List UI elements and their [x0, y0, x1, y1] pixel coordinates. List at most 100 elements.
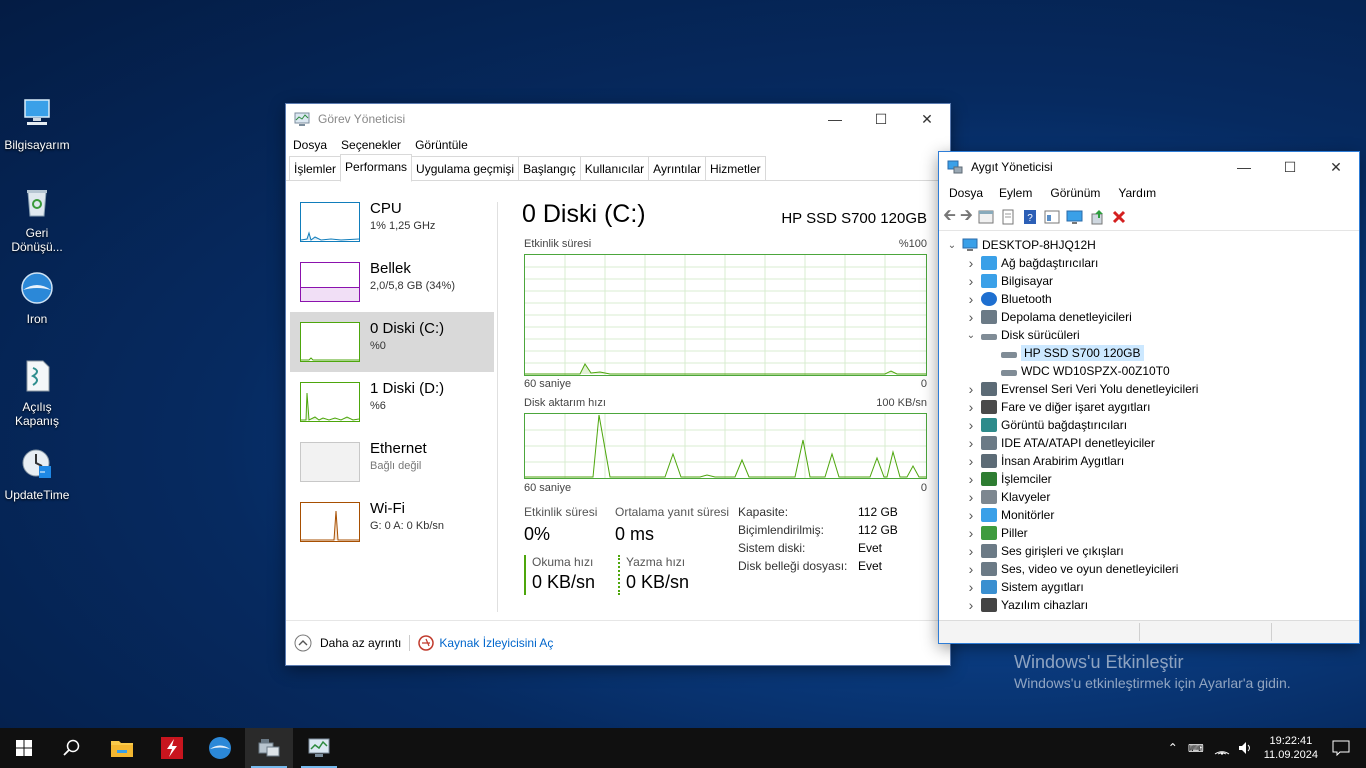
tree-category-item[interactable]: › Fare ve diğer işaret aygıtları	[965, 398, 1151, 416]
tree-category-item[interactable]: › İşlemciler	[965, 470, 1052, 488]
chevron-right-icon[interactable]: ›	[965, 291, 977, 307]
perf-item-wifi[interactable]: Wi-Fi G: 0 A: 0 Kb/sn	[290, 492, 494, 552]
tree-root[interactable]: ⌄ DESKTOP-8HJQ12H	[946, 236, 1096, 254]
tree-category-item[interactable]: › Görüntü bağdaştırıcıları	[965, 416, 1127, 434]
desktop-icon-updatetime[interactable]: UpdateTime	[4, 446, 70, 502]
tree-category-item[interactable]: › Sistem aygıtları	[965, 578, 1084, 596]
menu-secenekler[interactable]: Seçenekler	[334, 138, 408, 152]
tree-category-item[interactable]: › Bluetooth	[965, 290, 1052, 308]
search-button[interactable]	[48, 728, 96, 768]
scan-hardware-icon[interactable]	[1065, 209, 1085, 225]
menu-gorunum[interactable]: Görünüm	[1041, 186, 1109, 200]
tab-hizmetler[interactable]: Hizmetler	[704, 156, 766, 180]
chevron-right-icon[interactable]: ›	[965, 543, 977, 559]
clock[interactable]: 19:22:41 11.09.2024	[1264, 734, 1318, 762]
tree-category-item[interactable]: › Depolama denetleyicileri	[965, 308, 1132, 326]
tree-device-item[interactable]: WDC WD10SPZX-00Z10T0	[985, 362, 1170, 380]
tab-kullanicilar[interactable]: Kullanıcılar	[579, 156, 650, 180]
tree-category-item[interactable]: › Yazılım cihazları	[965, 596, 1088, 614]
chevron-right-icon[interactable]: ›	[965, 579, 977, 595]
chevron-right-icon[interactable]: ›	[965, 399, 977, 415]
device-manager-icon	[258, 739, 280, 757]
chevron-right-icon[interactable]: ›	[965, 273, 977, 289]
start-button[interactable]	[0, 728, 48, 768]
prop-capacity-key: Kapasite:	[738, 505, 789, 519]
tree-category-item[interactable]: › Piller	[965, 524, 1028, 542]
taskbar-device-manager[interactable]	[245, 728, 293, 768]
chevron-right-icon[interactable]: ›	[965, 561, 977, 577]
maximize-button[interactable]: ☐	[1267, 152, 1313, 182]
taskbar-iron-browser[interactable]	[196, 728, 244, 768]
tree-category-item[interactable]: › Monitörler	[965, 506, 1055, 524]
perf-item-memory[interactable]: Bellek 2,0/5,8 GB (34%)	[290, 252, 494, 312]
chevron-right-icon[interactable]: ›	[965, 381, 977, 397]
tab-ayrintilar[interactable]: Ayrıntılar	[648, 156, 706, 180]
resource-monitor-link[interactable]: Kaynak İzleyicisini Aç	[418, 635, 553, 651]
chevron-right-icon[interactable]: ›	[965, 489, 977, 505]
desktop-icon-recycle-bin[interactable]: Geri Dönüşü...	[4, 184, 70, 254]
task-manager-titlebar[interactable]: Görev Yöneticisi — ☐ ✕	[286, 104, 950, 134]
chevron-right-icon[interactable]: ›	[965, 417, 977, 433]
tree-category-item[interactable]: › Ses, video ve oyun denetleyicileri	[965, 560, 1179, 578]
chevron-right-icon[interactable]: ›	[965, 453, 977, 469]
tree-category-item[interactable]: › İnsan Arabirim Aygıtları	[965, 452, 1125, 470]
perf-item-disk-0[interactable]: 0 Diski (C:) %0	[290, 312, 494, 372]
computer-icon	[24, 99, 50, 125]
notification-icon[interactable]	[1332, 740, 1350, 756]
less-details-button[interactable]: Daha az ayrıntı	[294, 634, 401, 652]
chevron-up-icon[interactable]: ⌃	[1168, 741, 1178, 755]
input-method-icon[interactable]: ⌨	[1188, 742, 1204, 755]
chevron-right-icon[interactable]: ›	[965, 525, 977, 541]
chevron-down-icon[interactable]: ⌄	[946, 240, 958, 251]
menu-dosya[interactable]: Dosya	[286, 138, 334, 152]
tree-category-item[interactable]: › Bilgisayar	[965, 272, 1053, 290]
chevron-right-icon[interactable]: ›	[965, 255, 977, 271]
chevron-right-icon[interactable]: ›	[965, 309, 977, 325]
menu-yardim[interactable]: Yardım	[1109, 186, 1165, 200]
forward-arrow-icon[interactable]: 🡲	[960, 204, 973, 231]
back-arrow-icon[interactable]: 🡰	[943, 204, 956, 231]
chevron-right-icon[interactable]: ›	[965, 597, 977, 613]
perf-item-disk-1[interactable]: 1 Diski (D:) %6	[290, 372, 494, 432]
tree-device-item[interactable]: HP SSD S700 120GB	[985, 344, 1144, 362]
tree-category-item[interactable]: › IDE ATA/ATAPI denetleyiciler	[965, 434, 1155, 452]
taskbar-flash-app[interactable]	[148, 728, 196, 768]
close-button[interactable]: ✕	[904, 104, 950, 134]
taskbar-task-manager[interactable]	[295, 728, 343, 768]
device-manager-titlebar[interactable]: Aygıt Yöneticisi — ☐ ✕	[939, 152, 1359, 182]
maximize-button[interactable]: ☐	[858, 104, 904, 134]
tree-category-item[interactable]: ⌄ Disk sürücüleri	[965, 326, 1080, 344]
view-icon[interactable]	[1043, 209, 1061, 225]
update-driver-icon[interactable]	[1089, 209, 1107, 225]
perf-item-cpu[interactable]: CPU 1% 1,25 GHz	[290, 192, 494, 252]
tree-category-item[interactable]: › Ağ bağdaştırıcıları	[965, 254, 1099, 272]
perf-item-ethernet[interactable]: Ethernet Bağlı değil	[290, 432, 494, 492]
tab-baslangic[interactable]: Başlangıç	[518, 156, 581, 180]
chevron-right-icon[interactable]: ›	[965, 507, 977, 523]
tab-islemler[interactable]: İşlemler	[289, 156, 342, 180]
desktop-icon-acilis-kapanis[interactable]: Açılış Kapanış	[4, 358, 70, 428]
tree-category-item[interactable]: › Klavyeler	[965, 488, 1051, 506]
uninstall-icon[interactable]	[1111, 209, 1127, 225]
chevron-right-icon[interactable]: ›	[965, 435, 977, 451]
minimize-button[interactable]: —	[1221, 152, 1267, 182]
volume-icon[interactable]	[1238, 741, 1254, 755]
chevron-right-icon[interactable]: ›	[965, 471, 977, 487]
tab-performans[interactable]: Performans	[340, 154, 413, 182]
help-icon[interactable]: ?	[1021, 209, 1039, 225]
tab-uygulama-gecmisi[interactable]: Uygulama geçmişi	[411, 156, 520, 180]
taskbar-file-explorer[interactable]	[98, 728, 146, 768]
tree-category-item[interactable]: › Evrensel Seri Veri Yolu denetleyicileri	[965, 380, 1199, 398]
minimize-button[interactable]: —	[812, 104, 858, 134]
document-icon[interactable]	[999, 209, 1017, 225]
properties-icon[interactable]	[977, 209, 995, 225]
wifi-icon[interactable]	[1214, 741, 1230, 755]
desktop-icon-bilgisayarim[interactable]: Bilgisayarım	[4, 96, 70, 152]
menu-dosya[interactable]: Dosya	[942, 186, 990, 200]
chevron-down-icon[interactable]: ⌄	[965, 330, 977, 341]
menu-goruntule[interactable]: Görüntüle	[408, 138, 475, 152]
close-button[interactable]: ✕	[1313, 152, 1359, 182]
desktop-icon-iron[interactable]: Iron	[4, 270, 70, 326]
tree-category-item[interactable]: › Ses girişleri ve çıkışları	[965, 542, 1124, 560]
menu-eylem[interactable]: Eylem	[990, 186, 1041, 200]
